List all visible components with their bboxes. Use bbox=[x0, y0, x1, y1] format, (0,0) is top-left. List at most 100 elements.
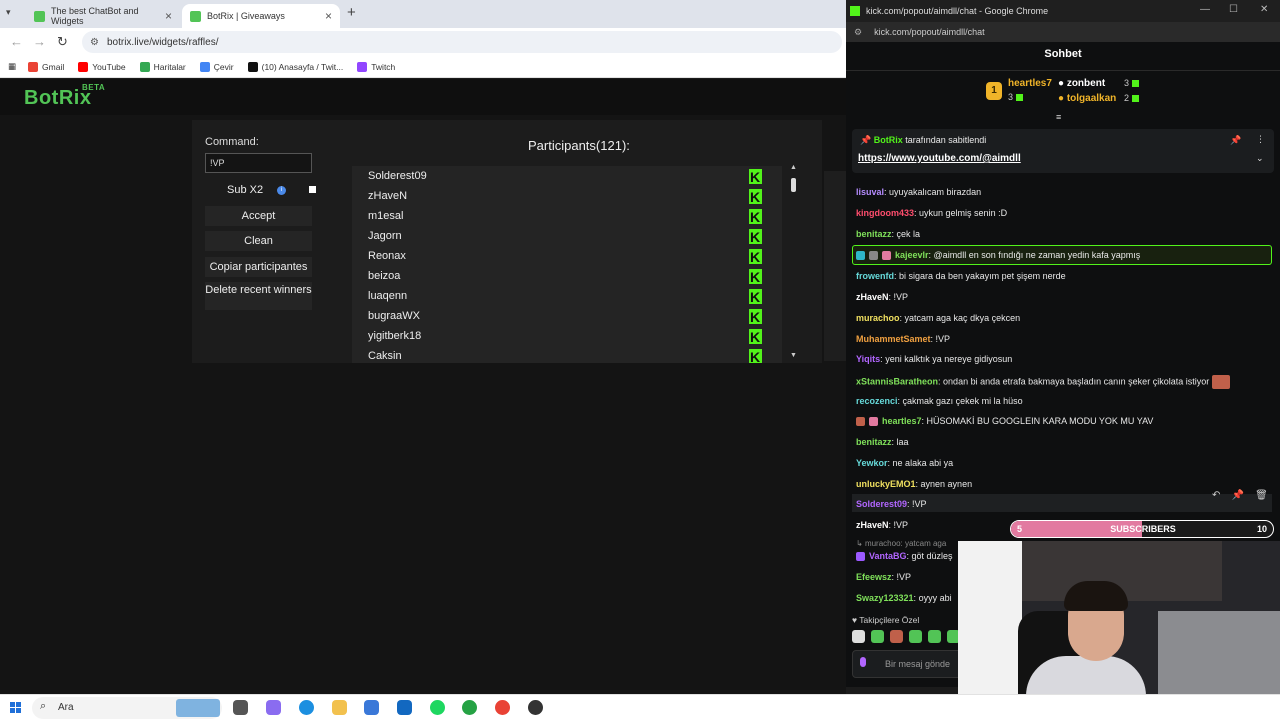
maximize-icon[interactable]: ☐ bbox=[1229, 4, 1238, 15]
scroll-up-icon[interactable]: ▲ bbox=[790, 164, 797, 171]
chat-message[interactable]: Swazy123321: oyyy abi bbox=[856, 593, 952, 603]
emote-icon[interactable] bbox=[890, 630, 903, 643]
pinned-link[interactable]: https://www.youtube.com/@aimdll bbox=[858, 153, 1021, 164]
task-view-icon[interactable] bbox=[233, 700, 248, 715]
chat-username[interactable]: unluckyEMO1 bbox=[856, 479, 916, 489]
chat-message[interactable]: kajeevlr: @aimdll en son fındığı ne zama… bbox=[856, 250, 1140, 261]
chat-username[interactable]: murachoo bbox=[856, 313, 900, 323]
bookmark-twitter[interactable]: (10) Anasayfa / Twit... bbox=[247, 61, 343, 72]
microphone-icon[interactable] bbox=[860, 657, 866, 667]
close-icon[interactable]: ✕ bbox=[1260, 4, 1268, 15]
participant-row[interactable]: Reonax bbox=[352, 246, 782, 267]
chat-username[interactable]: xStannisBaratheon bbox=[856, 376, 938, 386]
clean-button[interactable]: Clean bbox=[205, 231, 312, 251]
chat-message[interactable]: lisuval: uyuyakalıcam birazdan bbox=[856, 187, 981, 197]
participant-row[interactable]: bugraaWX bbox=[352, 306, 782, 327]
participant-row[interactable]: Caksin bbox=[352, 346, 782, 363]
chat-message[interactable]: VantaBG: göt düzleş bbox=[856, 551, 953, 562]
address-bar[interactable]: ⚙ botrix.live/widgets/raffles/ bbox=[82, 31, 842, 53]
chat-username[interactable]: frowenfd bbox=[856, 271, 894, 281]
copilot-icon[interactable] bbox=[266, 700, 281, 715]
leader-name[interactable]: heartles7 bbox=[1008, 78, 1052, 89]
chat-username[interactable]: benitazz bbox=[856, 437, 892, 447]
chat-username[interactable]: lisuval bbox=[856, 187, 884, 197]
delete-recent-winners-button[interactable]: Delete recent winners bbox=[205, 282, 312, 310]
chat-message[interactable]: benitazz: çek la bbox=[856, 229, 920, 239]
reply-icon[interactable]: ↶ bbox=[1212, 490, 1220, 501]
chat-username[interactable]: VantaBG bbox=[869, 551, 907, 561]
chat-message[interactable]: Yewkor: ne alaka abi ya bbox=[856, 458, 953, 468]
chat-message[interactable]: unluckyEMO1: aynen aynen bbox=[856, 479, 972, 489]
emote-icon[interactable] bbox=[871, 630, 884, 643]
chat-username[interactable]: benitazz bbox=[856, 229, 892, 239]
chat-username[interactable]: Yewkor bbox=[856, 458, 888, 468]
apps-icon[interactable]: ▦ bbox=[8, 61, 16, 72]
chat-message[interactable]: heartles7: HÜSOMAKİ BU GOOGLEIN KARA MOD… bbox=[856, 416, 1153, 427]
spotify-icon[interactable] bbox=[430, 700, 445, 715]
emote-icon[interactable] bbox=[852, 630, 865, 643]
scroll-down-icon[interactable]: ▼ bbox=[790, 352, 797, 359]
taskbar-search[interactable]: ⌕ Ara bbox=[32, 697, 222, 719]
chat-username[interactable]: recozenci bbox=[856, 396, 898, 406]
chat-username[interactable]: Swazy123321 bbox=[856, 593, 914, 603]
emote-icon[interactable] bbox=[909, 630, 922, 643]
chat-username[interactable]: heartles7 bbox=[882, 416, 922, 426]
reload-icon[interactable]: ↻ bbox=[57, 34, 68, 50]
new-tab-button[interactable]: + bbox=[347, 4, 356, 21]
close-tab-icon[interactable]: × bbox=[325, 9, 332, 23]
chat-message[interactable]: zHaveN: !VP bbox=[856, 292, 908, 302]
accept-button[interactable]: Accept bbox=[205, 206, 312, 226]
app-icon[interactable] bbox=[462, 700, 477, 715]
delete-icon[interactable]: 🗑 bbox=[1255, 490, 1268, 501]
participant-row[interactable]: Jagorn bbox=[352, 226, 782, 247]
bookmark-twitch[interactable]: Twitch bbox=[357, 61, 395, 72]
chat-message[interactable]: Efeewsz: !VP bbox=[856, 572, 911, 582]
chat-username[interactable]: Solderest09 bbox=[856, 499, 907, 509]
chat-username[interactable]: zHaveN bbox=[856, 292, 889, 302]
chat-message[interactable]: recozenci: çakmak gazı çekek mi la hüso bbox=[856, 396, 1023, 406]
command-input[interactable] bbox=[205, 153, 312, 173]
chat-username[interactable]: zHaveN bbox=[856, 520, 889, 530]
site-info-icon[interactable]: ⚙ bbox=[854, 27, 862, 38]
chat-username[interactable]: Yiqits bbox=[856, 354, 880, 364]
chevron-down-icon[interactable]: ⌄ bbox=[1256, 153, 1264, 164]
chat-message[interactable]: xStannisBaratheon: ondan bi anda etrafa … bbox=[856, 375, 1234, 389]
chat-message[interactable]: murachoo: yatcam aga kaç dkya çekcen bbox=[856, 313, 1020, 323]
chat-message[interactable]: kingdoom433: uykun gelmiş senin :D bbox=[856, 208, 1007, 218]
bookmark-gmail[interactable]: Gmail bbox=[28, 61, 64, 72]
leader-name[interactable]: ● tolgaalkan bbox=[1058, 93, 1116, 104]
bookmark-translate[interactable]: Çevir bbox=[199, 61, 234, 72]
pin-icon[interactable]: 📌 bbox=[1230, 135, 1241, 146]
kick-address-bar[interactable]: ⚙ kick.com/popout/aimdll/chat bbox=[846, 22, 1280, 42]
participant-row[interactable]: luaqenn bbox=[352, 286, 782, 307]
minimize-icon[interactable]: — bbox=[1200, 4, 1210, 15]
tab-botrix-home[interactable]: The best ChatBot and Widgets × bbox=[26, 4, 180, 28]
tab-botrix-giveaways[interactable]: BotRix | Giveaways × bbox=[182, 4, 340, 28]
emote-icon[interactable] bbox=[928, 630, 941, 643]
bookmark-youtube[interactable]: YouTube bbox=[78, 61, 126, 72]
close-tab-icon[interactable]: × bbox=[165, 9, 172, 23]
scroll-thumb[interactable] bbox=[791, 178, 796, 192]
back-icon[interactable]: ← bbox=[10, 34, 23, 49]
chat-message[interactable]: MuhammetSamet: !VP bbox=[856, 334, 950, 344]
chat-username[interactable]: kajeevlr bbox=[895, 250, 929, 260]
info-icon[interactable]: i bbox=[277, 185, 287, 195]
chat-message[interactable]: Yiqits: yeni kalktık ya nereye gidiyosun bbox=[856, 354, 1012, 364]
chat-username[interactable]: Efeewsz bbox=[856, 572, 892, 582]
chrome-icon[interactable] bbox=[495, 700, 510, 715]
participant-row[interactable]: Solderest09 bbox=[352, 166, 782, 187]
windows-start-icon[interactable] bbox=[10, 702, 22, 714]
botrix-logo[interactable]: BotRix BETA bbox=[24, 83, 105, 110]
leader-name[interactable]: ● zonbent bbox=[1058, 78, 1105, 89]
tab-search-icon[interactable]: ▾ bbox=[6, 7, 11, 18]
participants-scrollbar[interactable]: ▲ ▼ bbox=[790, 164, 798, 363]
forward-icon[interactable]: → bbox=[33, 34, 46, 49]
copy-participants-button[interactable]: Copiar participantes bbox=[205, 257, 312, 277]
participant-row[interactable]: yigitberk18 bbox=[352, 326, 782, 347]
chat-message[interactable]: Solderest09: !VP bbox=[856, 499, 927, 509]
bookmark-maps[interactable]: Haritalar bbox=[139, 61, 186, 72]
outlook-icon[interactable] bbox=[397, 700, 412, 715]
obs-icon[interactable] bbox=[528, 700, 543, 715]
expand-leaderboard-icon[interactable]: ≡ bbox=[1056, 112, 1061, 122]
store-icon[interactable] bbox=[364, 700, 379, 715]
